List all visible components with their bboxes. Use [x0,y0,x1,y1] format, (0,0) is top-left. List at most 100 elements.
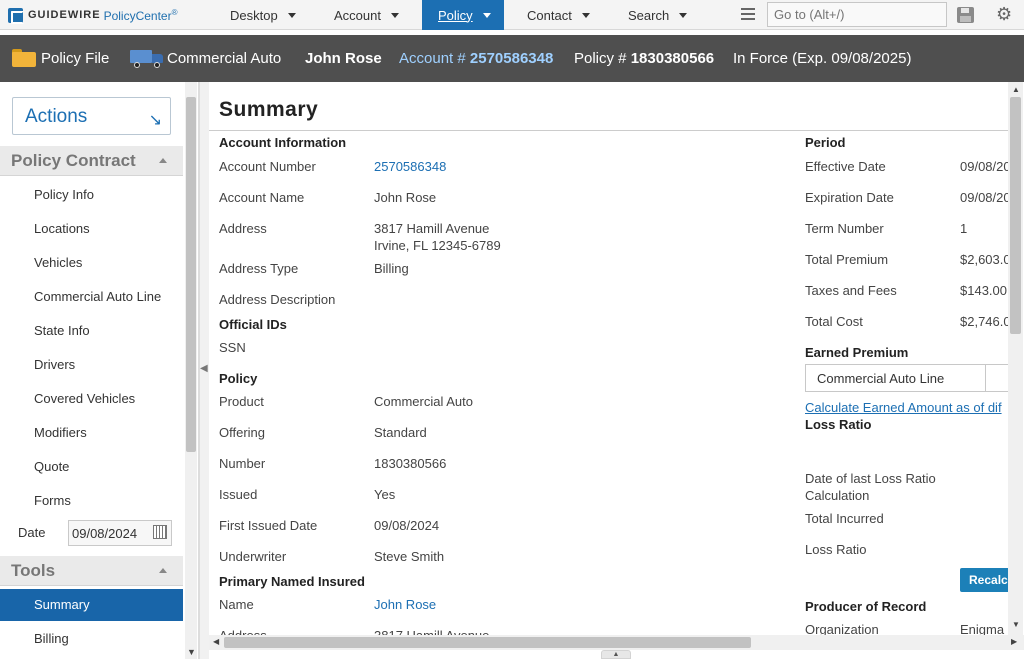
address-type-value: Billing [374,261,409,276]
policy-heading: Policy [219,371,258,386]
sidebar-item-forms[interactable]: Forms [0,485,183,517]
loss-ratio-heading: Loss Ratio [805,417,872,432]
insured-name-link[interactable]: John Rose [374,597,436,612]
total-cost-label: Total Cost [805,314,863,329]
tab-contact[interactable]: Contact [527,0,590,30]
account-number-link[interactable]: 2570586348 [374,159,446,174]
summary-panel: Summary Account Information Account Numb… [209,82,1024,659]
sidebar-item-locations[interactable]: Locations [0,213,183,245]
chevron-down-icon[interactable] [679,12,688,18]
tools-header[interactable]: Tools [0,556,183,586]
collapse-icon[interactable] [159,158,167,163]
address-type-label: Address Type [219,261,299,276]
tab-policy-label[interactable]: Policy [438,8,473,23]
policy-file-label[interactable]: Policy File [41,50,109,67]
first-issued-value: 09/08/2024 [374,518,440,533]
expiration-date-value: 09/08/20 [960,190,1008,205]
tab-search[interactable]: Search [628,0,688,30]
total-cost-value: $2,746.0 [960,314,1008,329]
tab-search-label[interactable]: Search [628,8,669,23]
collapse-icon[interactable] [159,568,167,573]
sidebar-item-modifiers[interactable]: Modifiers [0,417,183,449]
tab-desktop-label[interactable]: Desktop [230,8,278,23]
save-icon[interactable] [957,7,974,23]
menu-icon[interactable] [741,8,755,21]
producer-heading: Producer of Record [805,599,927,614]
gear-icon[interactable]: ⚙ [996,6,1014,24]
policy-number: Policy # 1830380566 [574,50,715,67]
policy-status: In Force (Exp. 09/08/2025) [733,50,912,67]
top-nav-bar: GUIDEWIRE PolicyCenter® Desktop Account … [0,0,1024,30]
sidebar-item-policy-info[interactable]: Policy Info [0,179,183,211]
account-name-value: John Rose [374,190,437,205]
offering-label: Offering [219,425,266,440]
actions-button[interactable]: Actions ↘ [12,97,171,135]
primary-insured-heading: Primary Named Insured [219,574,365,589]
scroll-up-arrow-icon[interactable]: ▲ [1012,85,1020,94]
chevron-down-icon[interactable] [482,12,491,18]
select-divider [985,365,986,391]
guidewire-logo[interactable]: GUIDEWIRE PolicyCenter® [8,6,178,24]
insured-name: John Rose [305,50,382,67]
last-calc-label-line2: Calculation [805,488,870,503]
chevron-down-icon[interactable] [390,12,399,18]
tab-desktop[interactable]: Desktop [230,0,296,30]
insured-address-label: Address [219,628,267,635]
tools-title: Tools [11,561,56,580]
line-of-business: Commercial Auto [167,50,282,67]
scroll-down-arrow-icon[interactable]: ▼ [1012,620,1020,629]
sidebar-item-drivers[interactable]: Drivers [0,349,183,381]
goto-input[interactable] [767,2,947,27]
term-number-label: Term Number [805,221,884,236]
sidebar-item-summary[interactable]: Summary [0,589,183,621]
sidebar-item-vehicles[interactable]: Vehicles [0,247,183,279]
policy-contract-title: Policy Contract [11,151,136,170]
earned-premium-line-select[interactable]: Commercial Auto Line [805,364,1015,392]
underwriter-label: Underwriter [219,549,287,564]
insured-name-label: Name [219,597,254,612]
calendar-icon[interactable] [153,525,167,539]
sidebar-item-covered-vehicles[interactable]: Covered Vehicles [0,383,183,415]
issued-label: Issued [219,487,258,502]
account-link[interactable]: Account # 2570586348 [399,50,553,67]
period-heading: Period [805,135,846,150]
guidewire-logo-icon [8,7,24,24]
divider [209,130,1009,131]
sidebar-item-quote[interactable]: Quote [0,451,183,483]
chevron-down-icon[interactable] [287,12,296,18]
calculate-earned-link[interactable]: Calculate Earned Amount as of dif [805,400,1009,415]
taxes-fees-label: Taxes and Fees [805,283,897,298]
main-horizontal-scrollbar-thumb[interactable] [224,637,751,648]
tab-account-label[interactable]: Account [334,8,381,23]
expand-panel-handle-icon[interactable]: ▲ [601,650,631,659]
total-premium-value: $2,603.0 [960,252,1008,267]
organization-label: Organization [805,622,879,635]
sidebar-scrollbar-thumb[interactable] [186,97,196,452]
policy-contract-header[interactable]: Policy Contract [0,146,183,176]
collapse-left-icon[interactable]: ◀ [200,363,208,374]
taxes-fees-value: $143.00 [960,283,1007,298]
main-vertical-scrollbar-thumb[interactable] [1010,97,1021,334]
scroll-down-arrow-icon[interactable]: ▼ [187,647,196,657]
tab-policy[interactable]: Policy [422,0,504,30]
scroll-right-arrow-icon[interactable]: ▶ [1011,637,1017,646]
offering-value: Standard [374,425,427,440]
ssn-label: SSN [219,340,246,355]
tab-contact-label[interactable]: Contact [527,8,572,23]
total-premium-label: Total Premium [805,252,889,267]
chevron-down-icon[interactable] [581,12,590,18]
product-value: Commercial Auto [374,394,473,409]
scroll-left-arrow-icon[interactable]: ◀ [213,637,219,646]
tab-account[interactable]: Account [334,0,399,30]
address-line2: Irvine, FL 12345-6789 [374,238,501,253]
issued-value: Yes [374,487,396,502]
sidebar-item-billing[interactable]: Billing [0,623,183,655]
account-name-label: Account Name [219,190,305,205]
sidebar-item-commercial-auto-line[interactable]: Commercial Auto Line [0,281,183,313]
first-issued-label: First Issued Date [219,518,318,533]
address-description-label: Address Description [219,292,336,307]
organization-value: Enigma [960,622,1005,635]
official-ids-heading: Official IDs [219,317,287,332]
sidebar-item-state-info[interactable]: State Info [0,315,183,347]
insured-address-value: 3817 Hamill Avenue [374,628,489,635]
